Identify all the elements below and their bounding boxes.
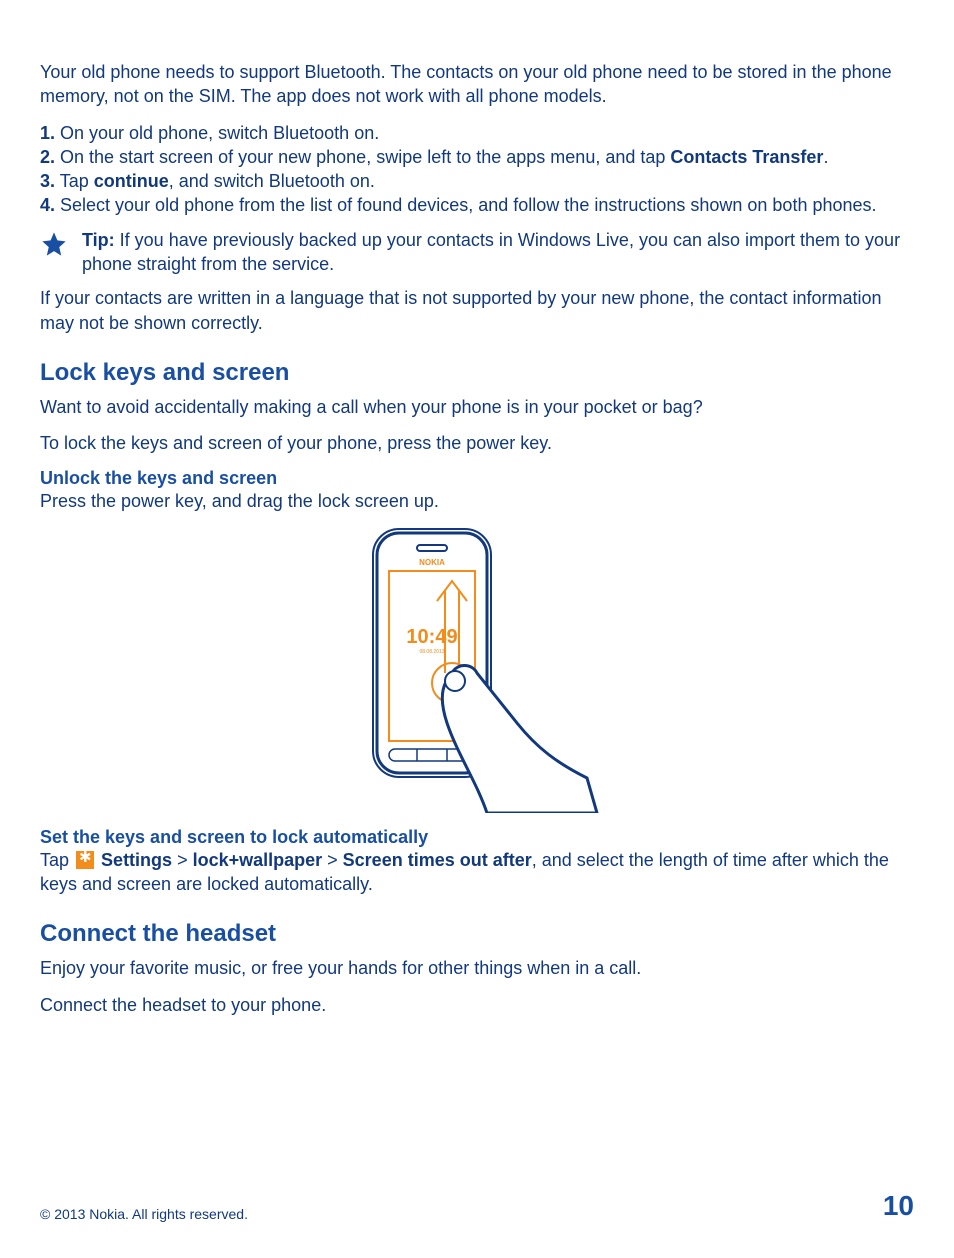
tip-text: Tip: If you have previously backed up yo…: [82, 228, 914, 277]
headset-p1: Enjoy your favorite music, or free your …: [40, 956, 914, 980]
sep: >: [322, 850, 343, 870]
manual-page: Your old phone needs to support Bluetoot…: [0, 0, 954, 1258]
headset-p2: Connect the headset to your phone.: [40, 993, 914, 1017]
step-1: 1. On your old phone, switch Bluetooth o…: [40, 121, 914, 145]
step-text: Select your old phone from the list of f…: [55, 195, 877, 215]
step-number: 2.: [40, 147, 55, 167]
step-number: 1.: [40, 123, 55, 143]
settings-icon: [76, 851, 94, 869]
step-text: On your old phone, switch Bluetooth on.: [55, 123, 379, 143]
unlock-text: Press the power key, and drag the lock s…: [40, 489, 914, 513]
sep: >: [172, 850, 193, 870]
lock-p2: To lock the keys and screen of your phon…: [40, 431, 914, 455]
heading-connect-headset: Connect the headset: [40, 920, 914, 948]
page-footer: © 2013 Nokia. All rights reserved. 10: [40, 1190, 914, 1222]
step-3: 3. Tap continue, and switch Bluetooth on…: [40, 169, 914, 193]
tip-body: If you have previously backed up your co…: [82, 230, 900, 274]
autolock-pre: Tap: [40, 850, 74, 870]
autolock-lockwp: lock+wallpaper: [193, 850, 323, 870]
step-text-pre: Tap: [55, 171, 94, 191]
heading-lock-keys: Lock keys and screen: [40, 359, 914, 387]
subheading-unlock: Unlock the keys and screen: [40, 468, 914, 489]
autolock-settings: Settings: [101, 850, 172, 870]
tip-label: Tip:: [82, 230, 115, 250]
autolock-screen: Screen times out after: [343, 850, 532, 870]
svg-text:NOKIA: NOKIA: [419, 558, 445, 567]
step-4: 4. Select your old phone from the list o…: [40, 193, 914, 217]
subheading-autolock: Set the keys and screen to lock automati…: [40, 827, 914, 848]
step-bold: Contacts Transfer: [670, 147, 823, 167]
step-text-post: .: [823, 147, 828, 167]
svg-text:08.08.2013: 08.08.2013: [419, 649, 444, 655]
lock-p1: Want to avoid accidentally making a call…: [40, 395, 914, 419]
intro-paragraph: Your old phone needs to support Bluetoot…: [40, 60, 914, 109]
copyright-text: © 2013 Nokia. All rights reserved.: [40, 1206, 248, 1222]
lockscreen-time: 10:49: [406, 626, 457, 648]
steps-list: 1. On your old phone, switch Bluetooth o…: [40, 121, 914, 218]
autolock-text: Tap Settings > lock+wallpaper > Screen t…: [40, 848, 914, 897]
language-note: If your contacts are written in a langua…: [40, 286, 914, 335]
step-2: 2. On the start screen of your new phone…: [40, 145, 914, 169]
star-icon: [40, 230, 68, 258]
step-number: 4.: [40, 195, 55, 215]
tip-block: Tip: If you have previously backed up yo…: [40, 228, 914, 277]
step-text-pre: On the start screen of your new phone, s…: [55, 147, 670, 167]
step-number: 3.: [40, 171, 55, 191]
page-number: 10: [883, 1190, 914, 1222]
step-bold: continue: [94, 171, 169, 191]
phone-swipe-illustration: NOKIA 10:49 08.08.2013: [337, 523, 617, 813]
step-text-post: , and switch Bluetooth on.: [169, 171, 375, 191]
